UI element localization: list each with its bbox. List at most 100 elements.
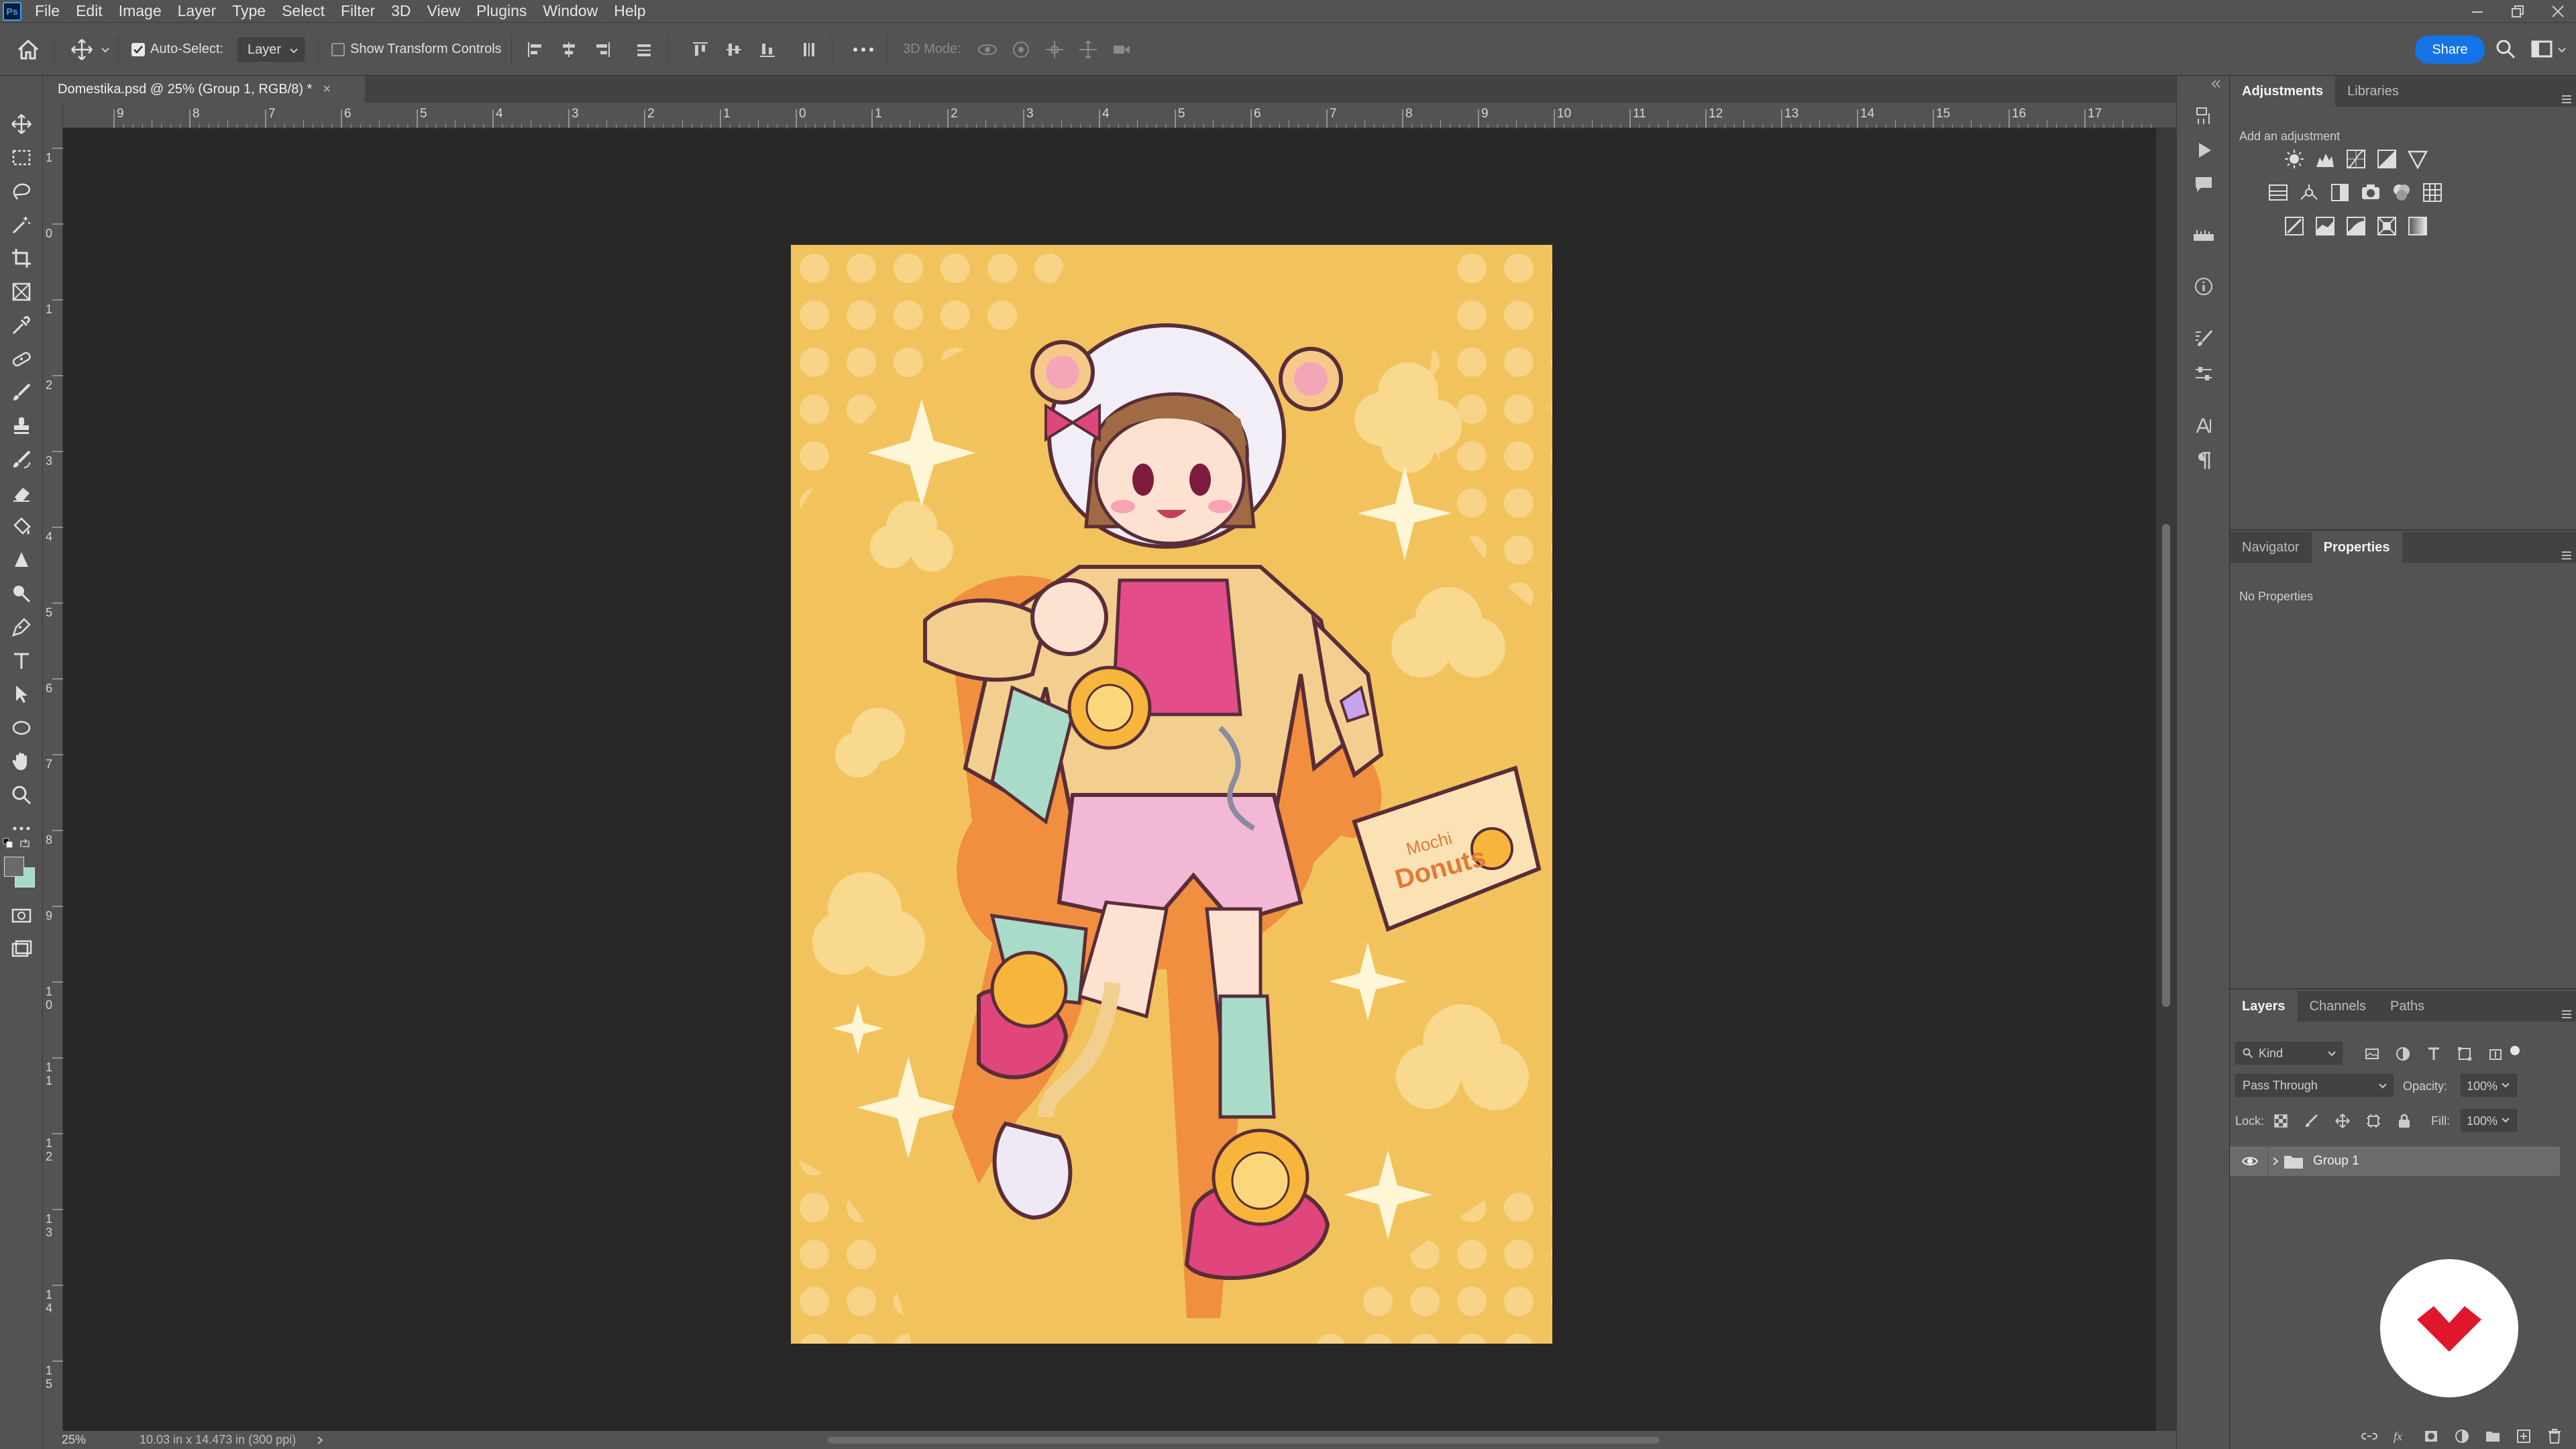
vertical-scrollbar[interactable] — [2156, 128, 2176, 1431]
photo-filter-icon[interactable] — [2360, 182, 2381, 203]
type-tool[interactable] — [8, 647, 35, 674]
lock-artboard-icon[interactable] — [2365, 1113, 2381, 1129]
new-layer-icon[interactable] — [2516, 1428, 2532, 1444]
menu-type[interactable]: Type — [224, 0, 274, 22]
default-colors-icon[interactable] — [3, 838, 13, 849]
clone-stamp-tool[interactable] — [8, 413, 35, 439]
crop-tool[interactable] — [8, 245, 35, 272]
close-tab-icon[interactable]: × — [323, 82, 331, 97]
home-icon[interactable] — [16, 38, 40, 62]
color-balance-icon[interactable] — [2298, 182, 2320, 203]
measurement-ruler-icon[interactable] — [2192, 226, 2216, 248]
lock-position-icon[interactable] — [2334, 1113, 2351, 1129]
fx-icon[interactable]: fx — [2392, 1428, 2408, 1444]
move-tool[interactable] — [8, 111, 35, 138]
exposure-icon[interactable] — [2376, 148, 2398, 170]
tab-channels[interactable]: Channels — [2298, 991, 2379, 1022]
zoom-level[interactable]: 25% — [62, 1433, 86, 1447]
filter-smart-object-icon[interactable] — [2487, 1046, 2504, 1062]
dodge-tool[interactable] — [8, 580, 35, 607]
add-mask-icon[interactable] — [2423, 1428, 2439, 1444]
character-panel-icon[interactable] — [2193, 415, 2214, 437]
distribute-horizontal-icon[interactable] — [800, 40, 818, 59]
blend-mode-dropdown[interactable]: Pass Through — [2235, 1074, 2394, 1097]
screen-mode-button[interactable] — [8, 936, 35, 963]
3d-orbit-icon[interactable] — [977, 39, 998, 60]
chevron-right-icon[interactable] — [316, 1436, 324, 1445]
history-icon[interactable] — [2193, 105, 2214, 127]
eyedropper-tool[interactable] — [8, 312, 35, 339]
menu-view[interactable]: View — [419, 0, 468, 22]
tab-navigator[interactable]: Navigator — [2230, 532, 2312, 563]
blur-tool[interactable] — [8, 547, 35, 574]
vibrance-icon[interactable] — [2407, 148, 2428, 170]
filter-type-icon[interactable] — [2426, 1046, 2442, 1062]
pen-tool[interactable] — [8, 614, 35, 641]
brightness-icon[interactable] — [2284, 148, 2305, 170]
brush-tool[interactable] — [8, 379, 35, 406]
chevron-down-icon[interactable] — [101, 46, 110, 55]
eraser-tool[interactable] — [8, 480, 35, 506]
artwork-canvas[interactable]: Mochi Donuts — [791, 245, 1552, 1344]
hand-tool[interactable] — [8, 748, 35, 775]
marquee-tool[interactable] — [8, 144, 35, 171]
menu-3d[interactable]: 3D — [383, 0, 419, 22]
channel-mixer-icon[interactable] — [2391, 182, 2412, 203]
minimize-icon[interactable] — [2470, 4, 2485, 19]
canvas-area[interactable]: Mochi Donuts — [63, 128, 2156, 1431]
tab-layers[interactable]: Layers — [2230, 991, 2298, 1022]
lock-transparent-pixels-icon[interactable] — [2273, 1113, 2289, 1129]
new-group-icon[interactable] — [2485, 1428, 2501, 1444]
panel-menu-icon[interactable] — [2561, 1010, 2572, 1019]
history-brush-tool[interactable] — [8, 446, 35, 473]
info-icon[interactable] — [2193, 276, 2214, 297]
curves-icon[interactable] — [2345, 148, 2367, 170]
delete-layer-icon[interactable] — [2546, 1428, 2563, 1444]
align-top-edges-icon[interactable] — [691, 40, 710, 59]
levels-icon[interactable] — [2314, 148, 2336, 170]
menu-layer[interactable]: Layer — [170, 0, 225, 22]
vertical-ruler[interactable]: 10123456789101112131415 — [43, 103, 63, 1431]
frame-tool[interactable] — [8, 278, 35, 305]
quick-mask-button[interactable] — [8, 902, 35, 929]
actions-play-icon[interactable] — [2194, 140, 2214, 160]
close-window-icon[interactable] — [2551, 4, 2565, 19]
chevron-down-icon[interactable] — [2501, 1116, 2510, 1125]
healing-brush-tool[interactable] — [8, 345, 35, 372]
align-vertical-centers-icon[interactable] — [724, 40, 743, 59]
horizontal-scrollbar-thumb[interactable] — [828, 1437, 1660, 1444]
share-button[interactable]: Share — [2415, 36, 2485, 64]
new-adjustment-layer-icon[interactable] — [2454, 1428, 2470, 1444]
restore-icon[interactable] — [2510, 4, 2525, 19]
invert-icon[interactable] — [2284, 215, 2305, 237]
3d-roll-icon[interactable] — [1010, 39, 1032, 60]
tab-paths[interactable]: Paths — [2378, 991, 2436, 1022]
selective-color-icon[interactable] — [2376, 215, 2398, 237]
filter-shape-icon[interactable] — [2457, 1046, 2473, 1062]
lasso-tool[interactable] — [8, 178, 35, 205]
menu-help[interactable]: Help — [606, 0, 653, 22]
auto-select-target-dropdown[interactable]: Layer — [237, 38, 305, 62]
align-right-edges-icon[interactable] — [593, 40, 612, 59]
eye-visibility-icon[interactable] — [2242, 1155, 2258, 1168]
tab-libraries[interactable]: Libraries — [2335, 76, 2411, 107]
tab-properties[interactable]: Properties — [2311, 532, 2402, 563]
object-selection-tool[interactable] — [8, 211, 35, 238]
paint-bucket-tool[interactable] — [8, 513, 35, 540]
tool-presets-icon[interactable] — [2193, 363, 2214, 384]
chevron-right-icon[interactable] — [2271, 1157, 2279, 1166]
chevron-down-icon[interactable] — [2501, 1081, 2510, 1090]
filter-pixel-icon[interactable] — [2364, 1046, 2380, 1062]
lock-all-icon[interactable] — [2396, 1113, 2412, 1129]
layer-filter-dropdown[interactable]: Kind — [2235, 1042, 2343, 1065]
gradient-map-icon[interactable] — [2407, 215, 2428, 237]
layer-name[interactable]: Group 1 — [2313, 1154, 2359, 1169]
posterize-icon[interactable] — [2314, 215, 2336, 237]
menu-window[interactable]: Window — [535, 0, 606, 22]
panel-menu-icon[interactable] — [2561, 551, 2572, 560]
chevron-down-icon[interactable] — [2557, 46, 2567, 55]
3d-slide-icon[interactable] — [1077, 39, 1099, 60]
move-tool-icon[interactable] — [70, 38, 94, 62]
menu-filter[interactable]: Filter — [333, 0, 383, 22]
menu-select[interactable]: Select — [274, 0, 333, 22]
